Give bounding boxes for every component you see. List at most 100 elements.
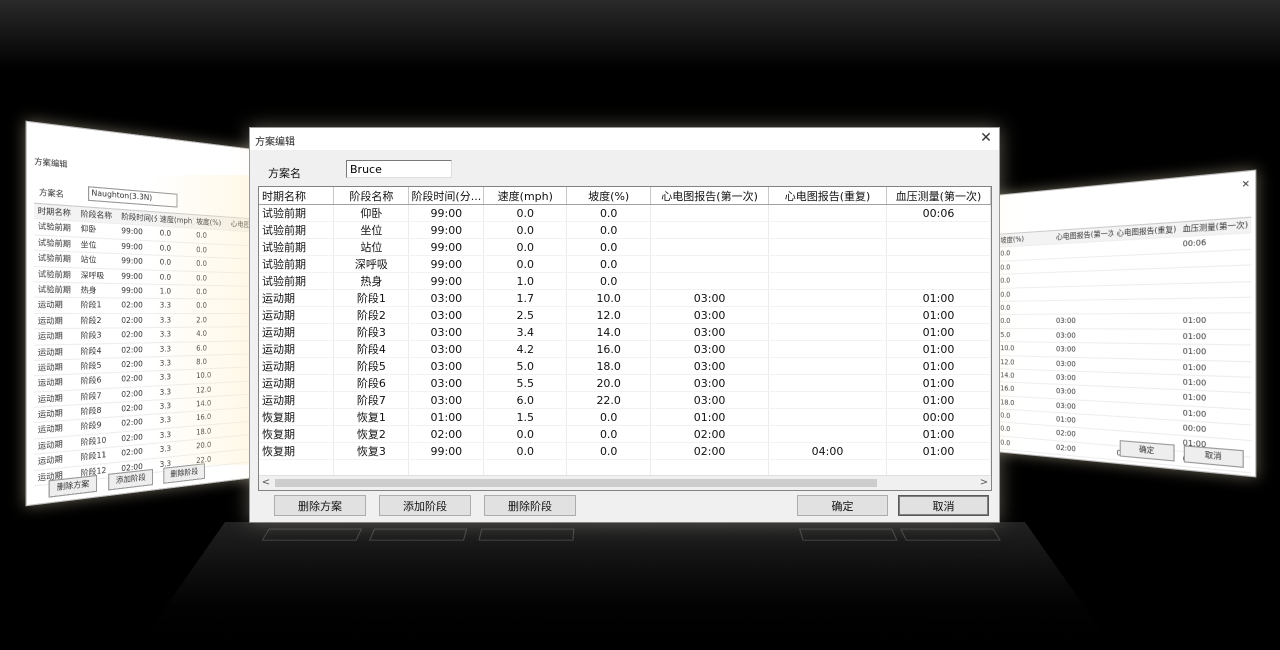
table-cell[interactable]: 10.0	[566, 289, 652, 307]
table-cell[interactable]: 16.0	[566, 340, 652, 358]
table-cell[interactable]: 00:00	[886, 408, 991, 426]
table-cell[interactable]: 01:00	[650, 408, 770, 426]
table-cell[interactable]: 坐位	[333, 221, 410, 239]
table-cell[interactable]: 0.0	[566, 204, 652, 222]
ok-button[interactable]: 确定	[797, 495, 888, 516]
table-cell[interactable]: 18.0	[566, 357, 652, 375]
table-cell[interactable]	[768, 357, 887, 375]
table-cell[interactable]: 02:00	[408, 425, 485, 443]
table-cell[interactable]	[650, 255, 770, 273]
table-cell[interactable]: 运动期	[259, 391, 335, 409]
table-cell[interactable]	[886, 255, 991, 273]
table-cell[interactable]: 0.0	[566, 238, 652, 256]
table-row[interactable]: 运动期 阶段5 03:00 5.0 18.0 03:00 01:00	[259, 357, 991, 375]
column-header[interactable]: 心电图报告(重复)	[768, 187, 887, 205]
table-cell[interactable]: 0.0	[483, 442, 568, 460]
column-header[interactable]: 阶段时间(分...	[408, 187, 485, 205]
table-row[interactable]: 运动期 阶段6 03:00 5.5 20.0 03:00 01:00	[259, 374, 991, 392]
table-cell[interactable]: 03:00	[408, 357, 485, 375]
table-cell[interactable]: 1.5	[483, 408, 568, 426]
table-cell[interactable]: 试验前期	[259, 204, 335, 222]
table-cell[interactable]	[768, 272, 887, 290]
table-cell[interactable]: 99:00	[408, 442, 485, 460]
add-stage-button[interactable]: 添加阶段	[379, 495, 471, 516]
table-cell[interactable]: 02:00	[650, 425, 770, 443]
table-cell[interactable]	[768, 238, 887, 256]
table-cell[interactable]: 1.0	[483, 272, 568, 290]
table-cell[interactable]	[768, 374, 887, 392]
table-cell[interactable]: 深呼吸	[333, 255, 410, 273]
table-cell[interactable]: 阶段7	[333, 391, 410, 409]
table-cell[interactable]: 04:00	[768, 442, 887, 460]
table-row[interactable]: 运动期 阶段7 03:00 6.0 22.0 03:00 01:00	[259, 391, 991, 409]
table-cell[interactable]: 阶段4	[333, 340, 410, 358]
table-cell[interactable]: 恢复1	[333, 408, 410, 426]
table-cell[interactable]: 0.0	[483, 204, 568, 222]
table-cell[interactable]	[650, 221, 770, 239]
column-header[interactable]: 心电图报告(第一次)	[650, 187, 770, 205]
table-cell[interactable]	[650, 272, 770, 290]
table-cell[interactable]: 99:00	[408, 204, 485, 222]
table-cell[interactable]	[886, 272, 991, 290]
table-cell[interactable]: 试验前期	[259, 272, 335, 290]
column-header[interactable]: 速度(mph)	[483, 187, 568, 205]
table-row[interactable]: 恢复期 恢复1 01:00 1.5 0.0 01:00 00:00	[259, 408, 991, 426]
table-cell[interactable]: 运动期	[259, 289, 335, 307]
table-cell[interactable]: 0.0	[566, 442, 652, 460]
table-cell[interactable]	[768, 255, 887, 273]
table-cell[interactable]: 运动期	[259, 323, 335, 341]
table-cell[interactable]	[768, 425, 887, 443]
table-cell[interactable]: 1.7	[483, 289, 568, 307]
table-cell[interactable]: 02:00	[650, 442, 770, 460]
table-cell[interactable]: 03:00	[650, 391, 770, 409]
column-header[interactable]: 血压测量(第一次)	[886, 187, 991, 205]
table-cell[interactable]	[768, 289, 887, 307]
table-cell[interactable]: 03:00	[650, 306, 770, 324]
table-cell[interactable]: 99:00	[408, 255, 485, 273]
table-cell[interactable]	[408, 459, 485, 477]
table-cell[interactable]: 0.0	[566, 255, 652, 273]
table-cell[interactable]: 14.0	[566, 323, 652, 341]
table-cell[interactable]	[566, 459, 652, 477]
table-cell[interactable]: 试验前期	[259, 221, 335, 239]
table-cell[interactable]: 运动期	[259, 357, 335, 375]
table-cell[interactable]: 03:00	[650, 323, 770, 341]
table-cell[interactable]: 运动期	[259, 306, 335, 324]
plan-name-input[interactable]	[346, 160, 452, 178]
table-cell[interactable]: 03:00	[408, 306, 485, 324]
table-cell[interactable]: 恢复3	[333, 442, 410, 460]
table-cell[interactable]: 0.0	[566, 408, 652, 426]
table-cell[interactable]: 0.0	[483, 425, 568, 443]
table-cell[interactable]: 99:00	[408, 272, 485, 290]
scroll-right-icon[interactable]: >	[977, 476, 991, 490]
table-cell[interactable]	[886, 459, 991, 477]
table-row[interactable]: 试验前期 坐位 99:00 0.0 0.0	[259, 221, 991, 239]
column-header[interactable]: 坡度(%)	[566, 187, 652, 205]
table-cell[interactable]: 4.2	[483, 340, 568, 358]
table-row[interactable]: 运动期 阶段1 03:00 1.7 10.0 03:00 01:00	[259, 289, 991, 307]
table-cell[interactable]: 20.0	[566, 374, 652, 392]
table-cell[interactable]: 站位	[333, 238, 410, 256]
table-cell[interactable]: 恢复期	[259, 425, 335, 443]
table-cell[interactable]: 03:00	[408, 289, 485, 307]
table-row[interactable]: 试验前期 站位 99:00 0.0 0.0	[259, 238, 991, 256]
table-cell[interactable]: 01:00	[886, 442, 991, 460]
table-row[interactable]: 恢复期 恢复3 99:00 0.0 0.0 02:00 04:00 01:00	[259, 442, 991, 460]
table-row[interactable]	[259, 459, 991, 477]
table-cell[interactable]: 试验前期	[259, 255, 335, 273]
table-cell[interactable]: 试验前期	[259, 238, 335, 256]
table-cell[interactable]: 仰卧	[333, 204, 410, 222]
table-cell[interactable]: 01:00	[886, 289, 991, 307]
table-cell[interactable]: 12.0	[566, 306, 652, 324]
table-cell[interactable]	[768, 221, 887, 239]
table-cell[interactable]	[768, 340, 887, 358]
column-header[interactable]: 时期名称	[259, 187, 335, 205]
close-icon[interactable]: ✕	[978, 130, 994, 146]
table-cell[interactable]: 阶段1	[333, 289, 410, 307]
table-cell[interactable]: 01:00	[886, 340, 991, 358]
table-cell[interactable]: 03:00	[408, 374, 485, 392]
table-cell[interactable]	[483, 459, 568, 477]
table-row[interactable]: 试验前期 深呼吸 99:00 0.0 0.0	[259, 255, 991, 273]
table-row[interactable]: 试验前期 热身 99:00 1.0 0.0	[259, 272, 991, 290]
table-cell[interactable]: 恢复期	[259, 442, 335, 460]
